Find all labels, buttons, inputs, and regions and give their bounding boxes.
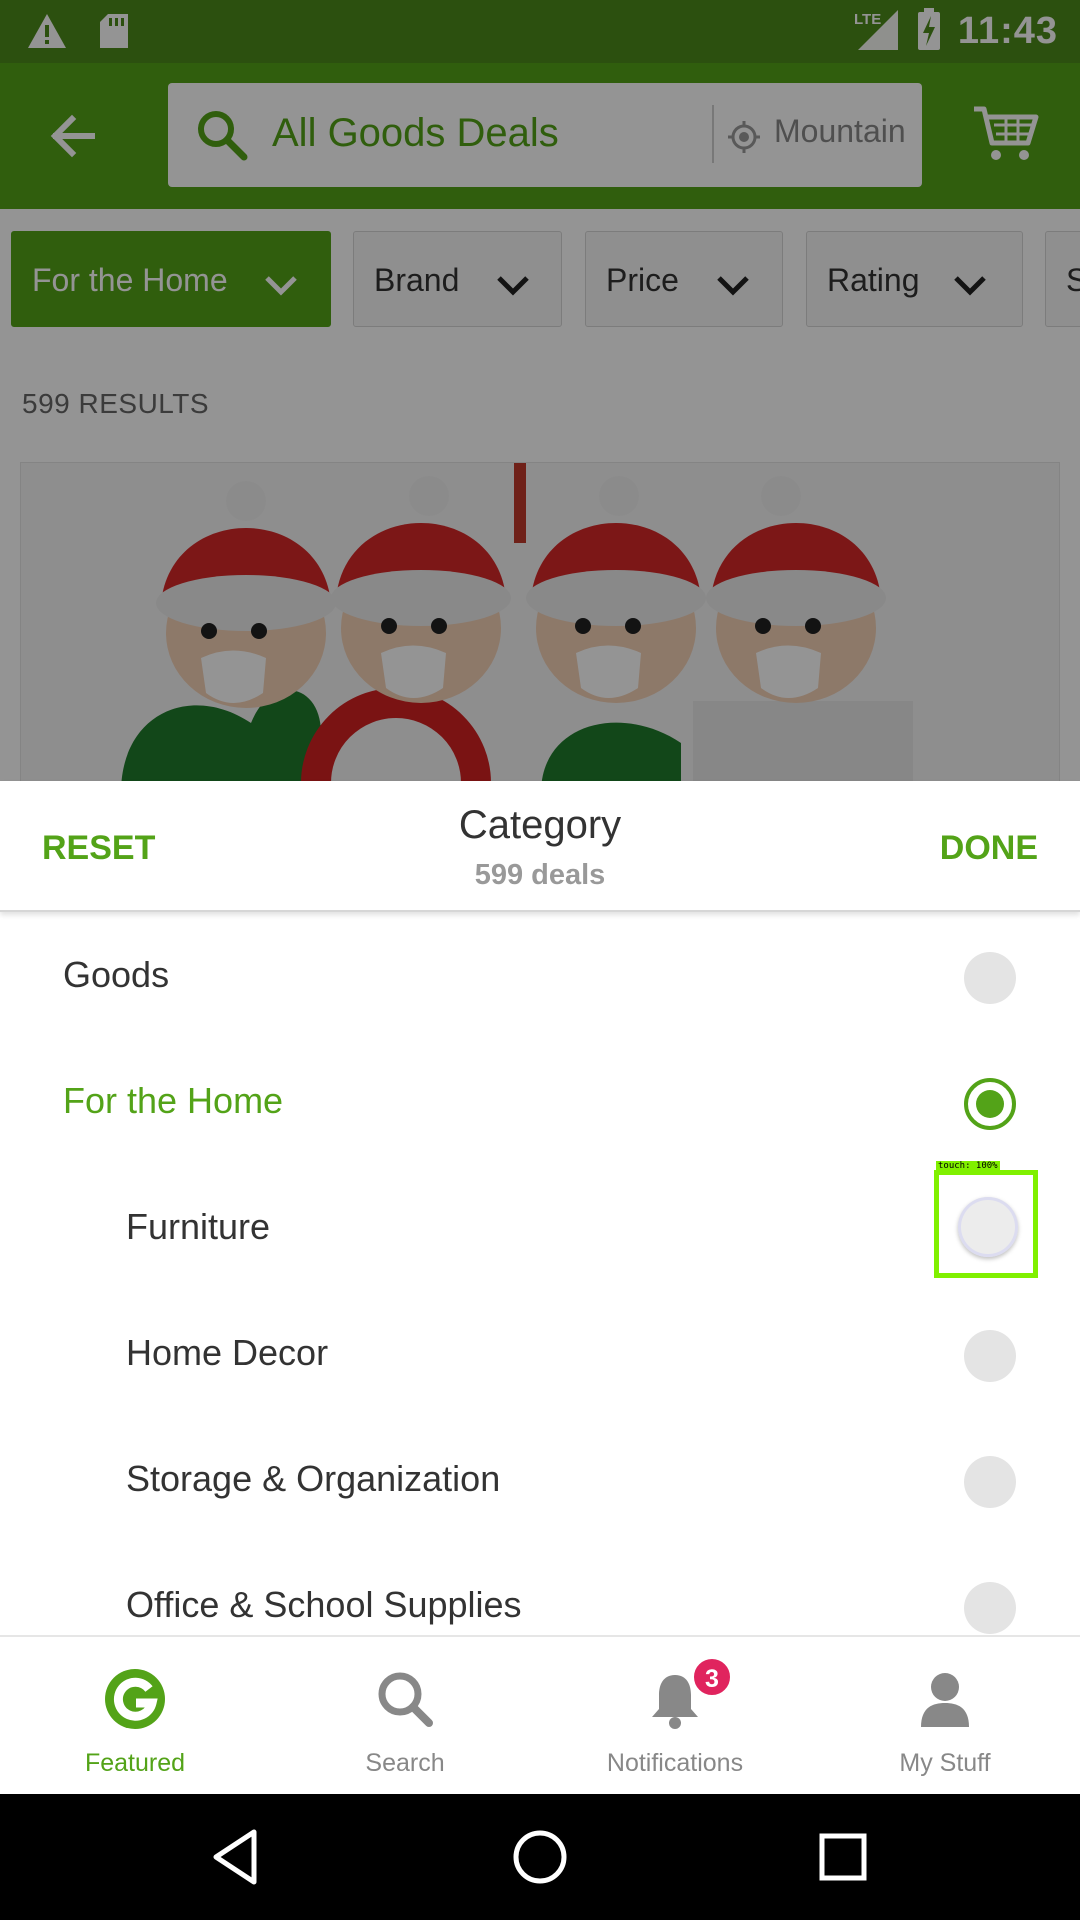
sheet-title: Category	[458, 803, 622, 847]
person-icon	[913, 1667, 977, 1731]
nav-featured[interactable]: Featured	[0, 1637, 270, 1796]
radio-button[interactable]	[964, 1582, 1016, 1634]
groupon-g-icon	[103, 1667, 167, 1731]
bottom-nav: Featured Search 3 Notifications My Stuff	[0, 1635, 1080, 1794]
nav-label: Featured	[84, 1749, 186, 1777]
search-icon	[373, 1667, 437, 1731]
nav-label: Notifications	[606, 1749, 744, 1777]
category-sheet: RESET Category 599 deals DONE Goods For …	[0, 781, 1080, 1635]
category-item-office-supplies[interactable]: Office & School Supplies	[0, 1544, 1080, 1635]
home-circle-icon[interactable]	[507, 1824, 573, 1890]
back-triangle-icon[interactable]	[204, 1824, 270, 1890]
nav-notifications[interactable]: 3 Notifications	[540, 1637, 810, 1796]
dim-overlay[interactable]	[0, 0, 1080, 781]
touch-indicator	[934, 1170, 1038, 1278]
done-button[interactable]: DONE	[940, 829, 1038, 868]
category-item-home-decor[interactable]: Home Decor	[0, 1292, 1080, 1418]
nav-label: Search	[365, 1749, 445, 1777]
category-label: Office & School Supplies	[126, 1584, 522, 1625]
category-item-furniture[interactable]: Furniture	[0, 1166, 1080, 1292]
sheet-subtitle: 599 deals	[474, 859, 606, 891]
nav-search[interactable]: Search	[270, 1637, 540, 1796]
sheet-header: RESET Category 599 deals DONE	[0, 781, 1080, 912]
system-nav-bar	[0, 1794, 1080, 1920]
category-item-goods[interactable]: Goods	[0, 914, 1080, 1040]
category-label: Furniture	[126, 1206, 271, 1247]
nav-label: My Stuff	[899, 1749, 991, 1777]
radio-button-selected[interactable]	[964, 1078, 1016, 1130]
category-item-storage[interactable]: Storage & Organization	[0, 1418, 1080, 1544]
category-item-for-the-home[interactable]: For the Home	[0, 1040, 1080, 1166]
category-label: For the Home	[63, 1080, 284, 1121]
category-label: Goods	[63, 954, 170, 995]
category-list: Goods For the Home Furniture Home Decor …	[0, 914, 1080, 1635]
radio-button[interactable]	[964, 1456, 1016, 1508]
category-label: Storage & Organization	[126, 1458, 501, 1499]
nav-my-stuff[interactable]: My Stuff	[810, 1637, 1080, 1796]
category-label: Home Decor	[126, 1332, 329, 1373]
radio-button[interactable]	[964, 1330, 1016, 1382]
radio-button[interactable]	[964, 952, 1016, 1004]
recents-square-icon[interactable]	[810, 1824, 876, 1890]
notification-badge: 3	[692, 1657, 732, 1697]
